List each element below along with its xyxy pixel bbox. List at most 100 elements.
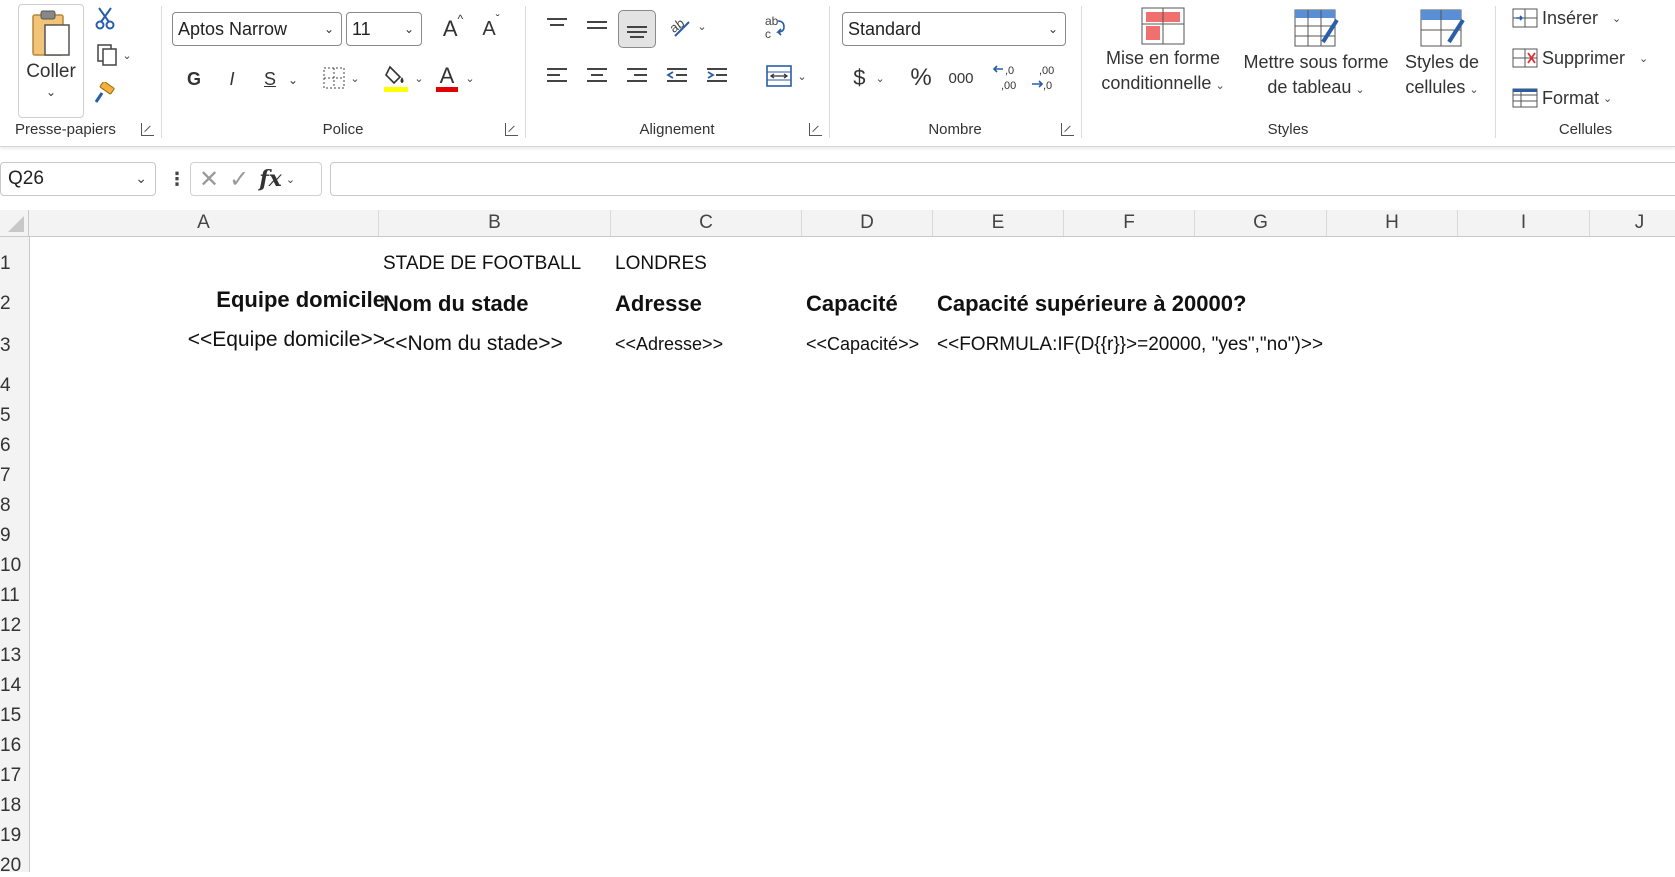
row-header[interactable]: 15 bbox=[0, 705, 29, 727]
fill-color-button[interactable]: ⌄ bbox=[374, 60, 432, 96]
cell-b2[interactable]: Nom du stade bbox=[383, 291, 528, 317]
row-header[interactable]: 8 bbox=[0, 495, 29, 517]
cell-styles-line1: Styles de bbox=[1404, 52, 1480, 72]
column-headers: A B C D E F G H I J bbox=[0, 210, 1675, 237]
formula-input[interactable] bbox=[330, 162, 1675, 196]
alignment-launcher-icon[interactable] bbox=[809, 123, 822, 136]
row-header[interactable]: 17 bbox=[0, 765, 29, 787]
column-header-b[interactable]: B bbox=[379, 210, 611, 236]
column-header-e[interactable]: E bbox=[933, 210, 1064, 236]
bold-button[interactable]: G bbox=[180, 64, 208, 94]
chevron-down-icon: ⌄ bbox=[1355, 84, 1365, 96]
decrease-font-button[interactable]: Aˇ bbox=[476, 12, 506, 46]
chevron-down-icon[interactable]: ⌄ bbox=[286, 173, 295, 186]
select-all-button[interactable] bbox=[0, 210, 29, 236]
cell-c1[interactable]: LONDRES bbox=[615, 253, 707, 275]
decrease-decimal-button[interactable]: ,0,00 bbox=[990, 60, 1020, 94]
row-header[interactable]: 2 bbox=[0, 293, 29, 315]
increase-indent-button[interactable] bbox=[702, 60, 732, 92]
row-header[interactable]: 11 bbox=[0, 585, 29, 607]
delete-cells-button[interactable]: Supprimer ⌄ bbox=[1512, 42, 1672, 74]
row-header[interactable]: 4 bbox=[0, 375, 29, 397]
clipboard-launcher-icon[interactable] bbox=[141, 123, 154, 136]
font-launcher-icon[interactable] bbox=[505, 123, 518, 136]
column-header-c[interactable]: C bbox=[611, 210, 802, 236]
more-options-icon[interactable]: ⋮ bbox=[168, 168, 186, 190]
copy-button[interactable]: ⌄ bbox=[90, 40, 138, 70]
row-header[interactable]: 18 bbox=[0, 795, 29, 817]
wrap-text-button[interactable]: ab c bbox=[758, 10, 792, 44]
row-header[interactable]: 16 bbox=[0, 735, 29, 757]
currency-button[interactable]: $ ⌄ bbox=[844, 62, 894, 94]
worksheet-grid[interactable]: STADE DE FOOTBALL LONDRES Equipe domicil… bbox=[30, 237, 1675, 872]
number-format-select[interactable]: Standard ⌄ bbox=[842, 12, 1066, 46]
thousands-button[interactable]: 000 bbox=[944, 62, 978, 94]
cell-a3[interactable]: <<Equipe domicile>> bbox=[188, 328, 385, 352]
format-painter-button[interactable] bbox=[90, 80, 118, 108]
chevron-down-icon[interactable]: ⌄ bbox=[286, 70, 300, 90]
increase-decimal-button[interactable]: ,00,0 bbox=[1028, 60, 1058, 94]
align-center-button[interactable] bbox=[582, 60, 612, 92]
insert-cells-button[interactable]: Insérer ⌄ bbox=[1512, 2, 1662, 34]
enter-icon[interactable]: ✓ bbox=[229, 165, 249, 194]
name-box[interactable]: Q26 ⌄ bbox=[0, 162, 156, 196]
underline-button[interactable]: S bbox=[256, 64, 284, 94]
column-header-j[interactable]: J bbox=[1590, 210, 1675, 236]
row-header[interactable]: 10 bbox=[0, 555, 29, 577]
cell-a2[interactable]: Equipe domicile bbox=[216, 287, 385, 313]
insert-function-button[interactable]: fx bbox=[259, 166, 282, 192]
cell-b3[interactable]: <<Nom du stade>> bbox=[383, 332, 563, 356]
italic-button[interactable]: I bbox=[218, 64, 246, 94]
cell-e3[interactable]: <<FORMULA:IF(D{{r}}>=20000, "yes","no")>… bbox=[937, 334, 1323, 356]
align-top-button[interactable] bbox=[542, 10, 572, 42]
format-cells-button[interactable]: Format ⌄ bbox=[1512, 82, 1662, 114]
column-header-h[interactable]: H bbox=[1327, 210, 1458, 236]
cancel-icon[interactable]: ✕ bbox=[199, 165, 219, 194]
cell-c2[interactable]: Adresse bbox=[615, 291, 702, 317]
row-header[interactable]: 6 bbox=[0, 435, 29, 457]
row-header[interactable]: 14 bbox=[0, 675, 29, 697]
number-launcher-icon[interactable] bbox=[1061, 123, 1074, 136]
font-family-select[interactable]: Aptos Narrow ⌄ bbox=[172, 12, 342, 46]
align-left-button[interactable] bbox=[542, 60, 572, 92]
cell-styles-button[interactable]: Styles de cellules ⌄ bbox=[1396, 6, 1488, 108]
cell-c3[interactable]: <<Adresse>> bbox=[615, 334, 723, 355]
align-middle-button[interactable] bbox=[582, 10, 612, 42]
percent-button[interactable]: % bbox=[906, 62, 936, 94]
column-header-a[interactable]: A bbox=[29, 210, 379, 236]
column-header-i[interactable]: I bbox=[1458, 210, 1590, 236]
row-header[interactable]: 13 bbox=[0, 645, 29, 667]
align-right-button[interactable] bbox=[622, 60, 652, 92]
chevron-down-icon: ⌄ bbox=[122, 49, 132, 62]
merge-center-button[interactable]: ⌄ bbox=[756, 60, 816, 92]
row-header[interactable]: 19 bbox=[0, 825, 29, 847]
chevron-down-icon: ⌄ bbox=[1047, 22, 1058, 36]
column-header-d[interactable]: D bbox=[802, 210, 933, 236]
cut-button[interactable] bbox=[92, 4, 118, 32]
format-as-table-button[interactable]: Mettre sous forme de tableau ⌄ bbox=[1238, 6, 1394, 108]
row-header[interactable]: 12 bbox=[0, 615, 29, 637]
row-header[interactable]: 1 bbox=[0, 253, 29, 275]
conditional-formatting-button[interactable]: Mise en forme conditionnelle ⌄ bbox=[1090, 6, 1236, 108]
borders-button[interactable]: ⌄ bbox=[316, 62, 366, 94]
cell-e2[interactable]: Capacité supérieure à 20000? bbox=[937, 291, 1246, 317]
align-bottom-button[interactable] bbox=[618, 10, 656, 48]
decrease-indent-button[interactable] bbox=[662, 60, 692, 92]
row-header[interactable]: 9 bbox=[0, 525, 29, 547]
row-header[interactable]: 5 bbox=[0, 405, 29, 427]
row-header[interactable]: 3 bbox=[0, 335, 29, 357]
row-header[interactable]: 20 bbox=[0, 855, 29, 877]
row-header[interactable]: 7 bbox=[0, 465, 29, 487]
paste-button[interactable]: Coller ⌄ bbox=[18, 4, 84, 118]
chevron-down-icon: ⌄ bbox=[350, 72, 360, 85]
column-header-f[interactable]: F bbox=[1064, 210, 1195, 236]
cell-d3[interactable]: <<Capacité>> bbox=[806, 334, 919, 355]
formula-controls: ✕ ✓ fx ⌄ bbox=[190, 162, 322, 196]
orientation-button[interactable]: ab ⌄ bbox=[662, 10, 712, 42]
increase-font-button[interactable]: A ^ bbox=[438, 12, 468, 46]
font-color-button[interactable]: A ⌄ bbox=[426, 60, 482, 96]
font-size-select[interactable]: 11 ⌄ bbox=[346, 12, 422, 46]
column-header-g[interactable]: G bbox=[1195, 210, 1327, 236]
cell-d2[interactable]: Capacité bbox=[806, 291, 898, 317]
cell-b1[interactable]: STADE DE FOOTBALL bbox=[383, 253, 581, 275]
